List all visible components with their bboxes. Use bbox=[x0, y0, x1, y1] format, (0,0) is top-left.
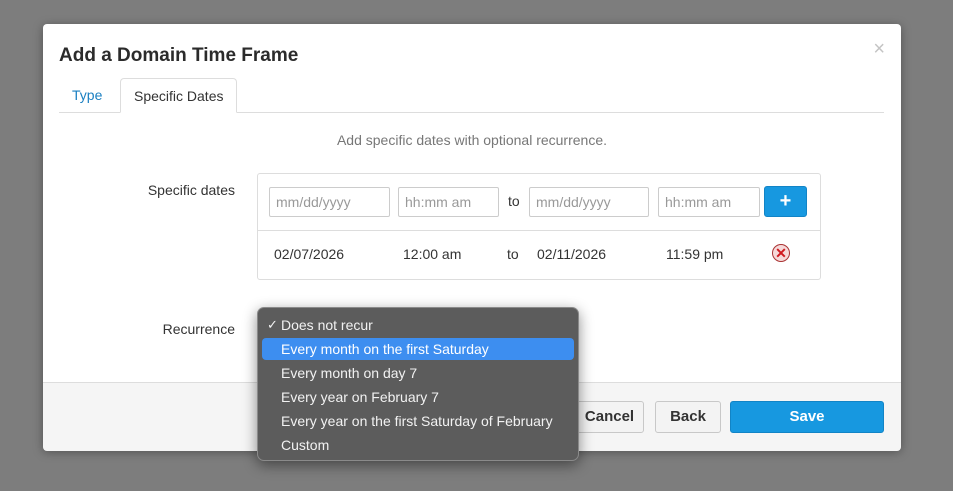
recurrence-option-label: Every month on the first Saturday bbox=[281, 341, 489, 357]
recurrence-option-label: Does not recur bbox=[281, 317, 373, 333]
back-button[interactable]: Back bbox=[655, 401, 721, 433]
recurrence-option-highlighted[interactable]: Every month on the first Saturday bbox=[262, 338, 574, 360]
recurrence-dropdown: ✓ Does not recur Every month on the firs… bbox=[257, 307, 579, 461]
recurrence-label: Recurrence bbox=[162, 321, 235, 337]
recurrence-option-label: Every month on day 7 bbox=[281, 365, 418, 381]
add-date-button[interactable]: + bbox=[764, 186, 807, 217]
recurrence-option[interactable]: Custom bbox=[262, 434, 574, 456]
recurrence-option-label: Every year on the first Saturday of Febr… bbox=[281, 413, 553, 429]
row-end-date: 02/11/2026 bbox=[537, 246, 607, 262]
recurrence-option[interactable]: Every year on the first Saturday of Febr… bbox=[262, 410, 574, 432]
recurrence-option[interactable]: Every month on day 7 bbox=[262, 362, 574, 384]
modal-title: Add a Domain Time Frame bbox=[59, 45, 299, 66]
recurrence-option-label: Every year on February 7 bbox=[281, 389, 439, 405]
end-date-input[interactable] bbox=[529, 187, 649, 217]
specific-dates-hint: Add specific dates with optional recurre… bbox=[336, 132, 608, 148]
remove-date-icon[interactable]: ✕ bbox=[772, 244, 790, 262]
divider bbox=[258, 230, 820, 231]
row-start-time: 12:00 am bbox=[403, 246, 462, 262]
close-icon[interactable]: × bbox=[873, 38, 885, 61]
end-time-input[interactable] bbox=[658, 187, 760, 217]
cancel-button[interactable]: Cancel bbox=[575, 401, 644, 433]
start-date-input[interactable] bbox=[269, 187, 390, 217]
tab-specific-dates[interactable]: Specific Dates bbox=[120, 78, 238, 113]
row-to-label: to bbox=[507, 246, 519, 262]
save-button[interactable]: Save bbox=[730, 401, 884, 433]
to-label: to bbox=[508, 193, 520, 209]
recurrence-option[interactable]: Every year on February 7 bbox=[262, 386, 574, 408]
start-time-input[interactable] bbox=[398, 187, 499, 217]
specific-dates-label: Specific dates bbox=[147, 182, 235, 198]
checkmark-icon: ✓ bbox=[267, 317, 278, 332]
recurrence-option-label: Custom bbox=[281, 437, 330, 453]
row-end-time: 11:59 pm bbox=[666, 246, 724, 262]
tab-bar: Type Specific Dates bbox=[59, 78, 884, 113]
recurrence-option[interactable]: ✓ Does not recur bbox=[262, 314, 574, 336]
specific-dates-panel: to + 02/07/2026 12:00 am to 02/11/2026 1… bbox=[257, 173, 821, 280]
tab-type[interactable]: Type bbox=[59, 78, 115, 112]
row-start-date: 02/07/2026 bbox=[274, 246, 345, 262]
